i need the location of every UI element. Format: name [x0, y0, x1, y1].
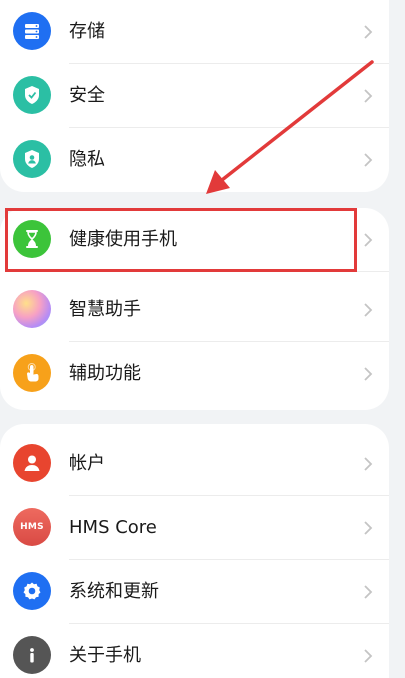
settings-item-system-update[interactable]: 系统和更新: [0, 560, 389, 624]
chevron-right-icon: [364, 153, 373, 167]
settings-group-1: 存储 安全 隐私: [0, 0, 389, 192]
chevron-right-icon: [364, 649, 373, 663]
settings-item-privacy[interactable]: 隐私: [0, 128, 389, 192]
chevron-right-icon: [364, 89, 373, 103]
privacy-icon: [13, 140, 51, 178]
settings-item-digital-balance[interactable]: 健康使用手机: [0, 208, 389, 272]
chevron-right-icon: [364, 367, 373, 381]
settings-item-label: 帐户: [69, 453, 105, 474]
settings-item-label: 辅助功能: [69, 363, 141, 384]
info-icon: [13, 636, 51, 674]
settings-item-label: HMS Core: [69, 517, 157, 538]
settings-group-2: 健康使用手机 智慧助手 辅助功能: [0, 208, 389, 410]
settings-item-label: 存储: [69, 21, 105, 42]
chevron-right-icon: [364, 25, 373, 39]
settings-page: 存储 安全 隐私 健康使用手机 智慧助手 辅助功能 帐户 HMS HMS Cor…: [0, 0, 405, 678]
settings-item-smart-assistant[interactable]: 智慧助手: [0, 278, 389, 342]
hourglass-icon: [13, 220, 51, 258]
settings-item-about-phone[interactable]: 关于手机: [0, 624, 389, 678]
assistant-orb-icon: [13, 290, 51, 328]
settings-item-security[interactable]: 安全: [0, 64, 389, 128]
divider: [69, 271, 389, 272]
settings-item-account[interactable]: 帐户: [0, 432, 389, 496]
hand-icon: [13, 354, 51, 392]
settings-item-accessibility[interactable]: 辅助功能: [0, 342, 389, 406]
settings-item-storage[interactable]: 存储: [0, 0, 389, 64]
settings-item-label: 系统和更新: [69, 581, 159, 602]
gear-icon: [13, 572, 51, 610]
settings-group-3: 帐户 HMS HMS Core 系统和更新 关于手机: [0, 424, 389, 678]
settings-item-label: 智慧助手: [69, 299, 141, 320]
settings-item-label: 隐私: [69, 149, 105, 170]
settings-item-label: 关于手机: [69, 645, 141, 666]
chevron-right-icon: [364, 303, 373, 317]
shield-icon: [13, 76, 51, 114]
chevron-right-icon: [364, 585, 373, 599]
chevron-right-icon: [364, 521, 373, 535]
hms-icon-text: HMS: [20, 522, 44, 532]
chevron-right-icon: [364, 233, 373, 247]
settings-item-hms-core[interactable]: HMS HMS Core: [0, 496, 389, 560]
hms-icon: HMS: [13, 508, 51, 546]
user-icon: [13, 444, 51, 482]
settings-item-label: 安全: [69, 85, 105, 106]
storage-icon: [13, 12, 51, 50]
chevron-right-icon: [364, 457, 373, 471]
settings-item-label: 健康使用手机: [69, 229, 177, 250]
